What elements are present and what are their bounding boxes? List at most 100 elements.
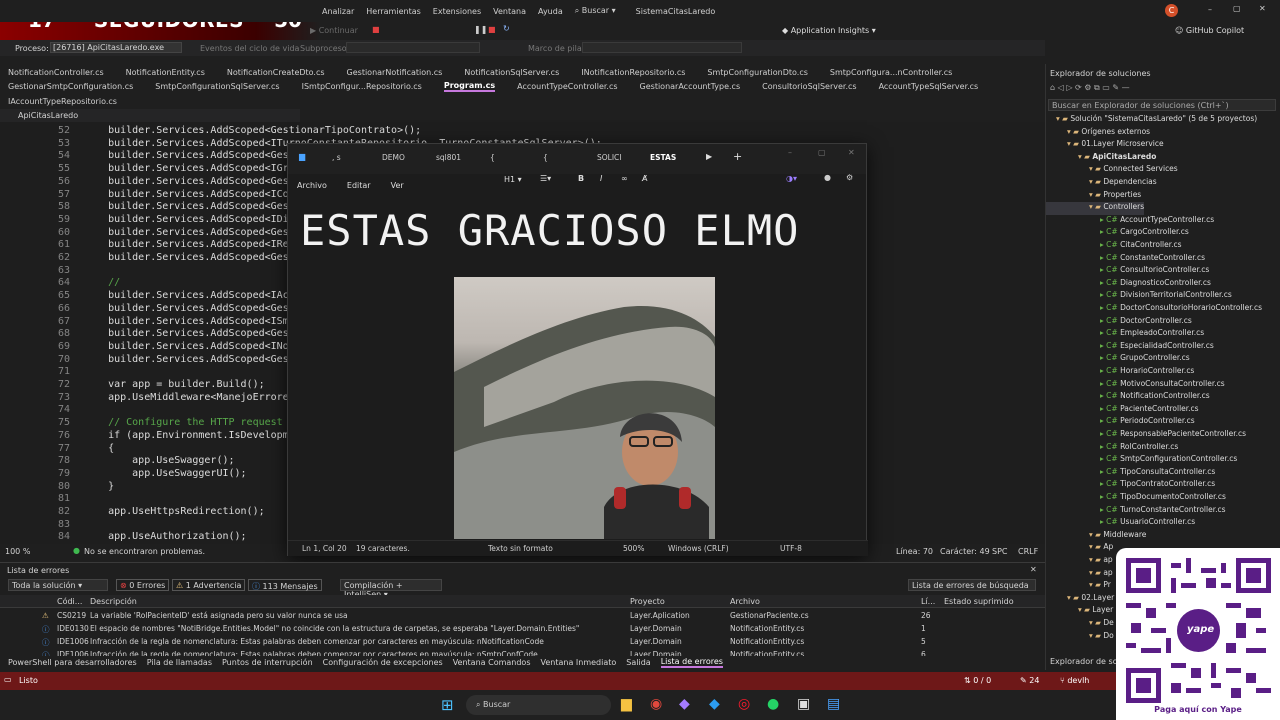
tree-item[interactable]: ▸ C# TipoConsultaController.cs [1046,467,1215,480]
profile-icon[interactable]: ● [824,173,831,182]
scope-select[interactable]: Toda la solución ▾ [8,579,108,591]
tree-item[interactable]: ▸ C# NotificationController.cs [1046,391,1210,404]
notepad-taskbar-icon[interactable]: ▤ [827,696,840,712]
copilot-icon[interactable]: ◑▾ [786,174,797,183]
italic-icon[interactable]: I [600,174,602,183]
settings-icon[interactable]: ⚙ [846,173,853,182]
tree-item[interactable]: ▸ C# PacienteController.cs [1046,404,1199,417]
tree-item[interactable]: ▸ C# DoctorController.cs [1046,316,1192,329]
build-select[interactable]: Compilación + IntelliSen ▾ [340,579,442,599]
maximize-icon[interactable]: ▢ [1233,4,1241,13]
tree-item[interactable]: ▾ ▰ Middleware [1046,530,1146,543]
warnings-filter-button[interactable]: ⚠ 1 Advertencia [172,579,246,591]
account-avatar[interactable]: C [1165,4,1178,17]
error-search-input[interactable]: Lista de errores de búsqueda [908,579,1036,591]
tree-item[interactable]: ▾ ▰ 02.Layer [1046,593,1114,606]
tab-powershell[interactable]: PowerShell para desarrolladores [8,658,137,667]
tree-item[interactable]: ▸ C# SmtpConfigurationController.cs [1046,454,1237,467]
tree-item[interactable]: ▸ C# EmpleadoController.cs [1046,328,1204,341]
doc-tab[interactable]: SmtpConfigurationDto.cs [707,68,808,77]
doc-tab-active[interactable]: Program.cs [443,81,496,92]
clear-format-icon[interactable]: A̸ [642,174,647,183]
notepad-tab[interactable]: , s [332,153,341,162]
link-icon[interactable]: ∞ [621,174,628,183]
menu-ver[interactable]: Ver [391,181,404,190]
commits[interactable]: ✎ 24 [1020,676,1039,685]
tree-item[interactable]: ▾ ▰ ap [1046,555,1113,568]
tab-output[interactable]: Salida [626,658,650,667]
tree-item[interactable]: ▾ ▰ 01.Layer Microservice [1046,139,1164,152]
stack-frame-select[interactable] [582,42,742,53]
vscode-icon[interactable]: ◆ [709,696,720,712]
tree-item[interactable]: ▸ C# RolController.cs [1046,442,1178,455]
tree-item[interactable]: ▸ C# TipoContratoController.cs [1046,479,1215,492]
tree-item[interactable]: ▸ C# HorarioController.cs [1046,366,1194,379]
tree-item[interactable]: ▾ ▰ Dependencias [1046,177,1157,190]
tree-item[interactable]: ▸ C# CargoController.cs [1046,227,1189,240]
tree-item[interactable]: ▸ C# TipoDocumentoController.cs [1046,492,1226,505]
whatsapp-icon[interactable]: ● [767,696,779,712]
np-close-icon[interactable]: ✕ [848,148,855,157]
doc-tab[interactable]: GestionarNotification.cs [347,68,443,77]
process-select[interactable]: [26716] ApiCitasLaredo.exe [50,42,182,53]
tree-item[interactable]: ▾ ▰ ApiCitasLaredo [1046,152,1156,165]
taskbar-search[interactable]: ⌕ Buscar [466,695,611,715]
tree-item[interactable]: ▸ C# TurnoConstanteController.cs [1046,505,1226,518]
tree-item[interactable]: ▸ C# AccountTypeController.cs [1046,215,1214,228]
doc-tab[interactable]: NotificationCreateDto.cs [227,68,325,77]
notepad-tab[interactable]: SOLICI [597,153,622,162]
tree-item[interactable]: ▾ ▰ Properties [1046,190,1141,203]
minimize-icon[interactable]: – [1208,5,1212,14]
continue-button[interactable]: ▶ Continuar [310,26,358,35]
tree-item[interactable]: ▾ ▰ De [1046,618,1114,631]
list-icon[interactable]: ☰▾ [540,174,551,183]
notepad-tab[interactable]: { [543,153,548,162]
doc-tab[interactable]: SmtpConfigurationSqlServer.cs [155,82,279,91]
tree-item[interactable]: ▸ C# EspecialidadController.cs [1046,341,1214,354]
search-button[interactable]: ⌕ Buscar ▾ [575,6,616,16]
table-row[interactable]: ⚠ CS0219 La variable 'RolPacienteID' está … [0,609,1045,622]
close-icon[interactable]: ✕ [1259,4,1266,13]
tree-item[interactable]: ▾ ▰ ap [1046,568,1113,581]
windows-start-icon[interactable]: ⊞ [441,696,454,714]
stop-debug-icon[interactable]: ■ [488,25,496,34]
restart-icon[interactable]: ↻ [503,24,510,33]
zoom-level[interactable]: 100 % [5,547,30,556]
col-code[interactable]: Códi... [57,597,82,606]
bold-icon[interactable]: B [578,174,584,183]
tree-item[interactable]: ▸ C# ConsultorioController.cs [1046,265,1209,278]
table-row[interactable]: ⓘ IDE0130 El espacio de nombres "NotiBridg… [0,622,1045,635]
menu-herramientas[interactable]: Herramientas [366,7,421,16]
copilot-button[interactable]: ☺ GitHub Copilot [1175,26,1244,35]
opera-icon[interactable]: ◎ [738,696,750,712]
tree-item[interactable]: ▸ C# DoctorConsultorioHorarioController.… [1046,303,1262,316]
notepad-tab[interactable]: DEMO [382,153,405,162]
project-dropdown[interactable]: ApiCitasLaredo [0,109,300,122]
close-icon[interactable]: ✕ [1030,565,1037,574]
doc-tab[interactable]: ISmtpConfigur...Repositorio.cs [302,82,422,91]
menu-editar[interactable]: Editar [347,181,371,190]
app-insights-button[interactable]: ◆ Application Insights ▾ [782,26,876,35]
tree-item[interactable]: ▾ ▰ Solución "SistemaCitasLaredo" (5 de … [1046,114,1257,127]
col-project[interactable]: Proyecto [630,597,665,606]
table-row[interactable]: ⓘ IDE1006 Infracción de la regla de nomenc… [0,635,1045,648]
doc-tab[interactable]: AccountTypeController.cs [517,82,617,91]
git-changes[interactable]: ⇅ 0 / 0 [964,676,991,685]
menu-analizar[interactable]: Analizar [322,7,354,16]
doc-tab[interactable]: NotificationController.cs [8,68,104,77]
doc-tab[interactable]: INotificationRepositorio.cs [581,68,685,77]
notepad-content[interactable]: ESTAS GRACIOSO ELMO [300,206,799,255]
messages-filter-button[interactable]: ⓘ 113 Mensajes [248,579,322,591]
tree-item[interactable]: ▸ C# UsuarioController.cs [1046,517,1195,530]
lifecycle-events[interactable]: Eventos del ciclo de vida [200,44,299,53]
branch[interactable]: ⑂ devlh [1060,676,1089,685]
tree-item[interactable]: ▸ C# MotivoConsultaController.cs [1046,379,1225,392]
tree-item[interactable]: ▾ ▰ Do [1046,631,1114,644]
notepad-tab[interactable]: sql801 [436,153,461,162]
tree-item[interactable]: ▾ ▰ Orígenes externos [1046,127,1150,140]
col-description[interactable]: Descripción [90,597,137,606]
doc-tab[interactable]: AccountTypeSqlServer.cs [879,82,979,91]
tree-item[interactable]: ▾ ▰ Pr [1046,580,1111,593]
chrome-icon[interactable]: ◉ [650,696,662,712]
tab-error-list[interactable]: Lista de errores [660,657,723,668]
